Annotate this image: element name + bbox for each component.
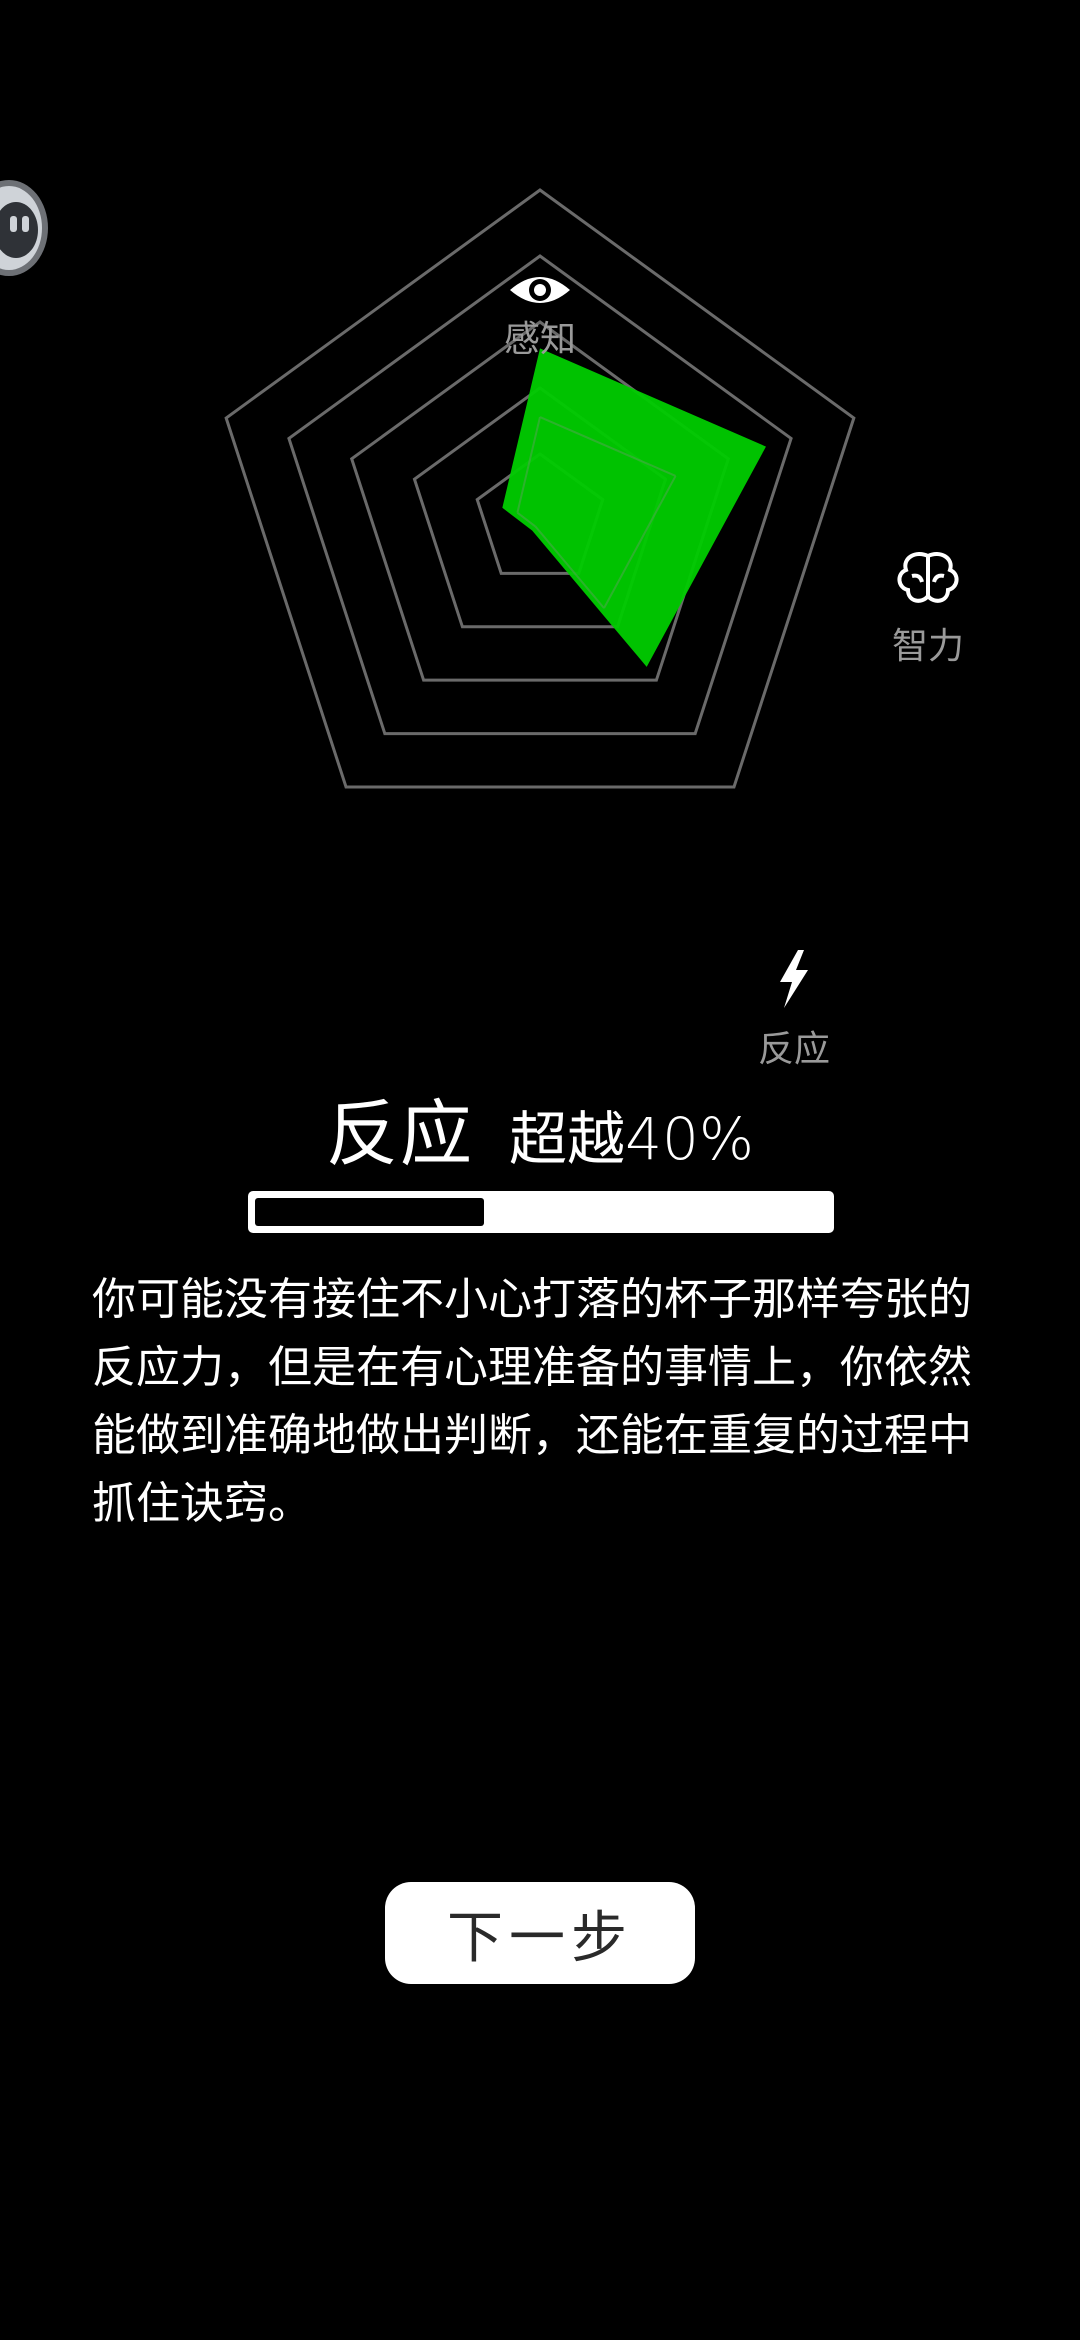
result-title: 反应	[325, 1092, 474, 1176]
result-heading: 反应 超越40%	[0, 1075, 1080, 1180]
lightning-icon	[780, 950, 808, 1008]
result-description: 你可能没有接住不小心打落的杯子那样夸张的反应力，但是在有心理准备的事情上，你依然…	[92, 1274, 972, 1529]
score-progress-bar	[248, 1191, 834, 1233]
axis-label-perception: 感知	[503, 319, 576, 360]
score-progress-fill	[255, 1198, 484, 1226]
brain-icon	[897, 551, 959, 603]
axis-label-reaction: 反应	[757, 1029, 830, 1070]
radar-fill-area	[502, 348, 766, 667]
axis-label-intelligence: 智力	[891, 626, 964, 667]
next-step-button[interactable]: 下一步	[385, 1882, 695, 1984]
result-score: 超越40%	[509, 1105, 755, 1173]
